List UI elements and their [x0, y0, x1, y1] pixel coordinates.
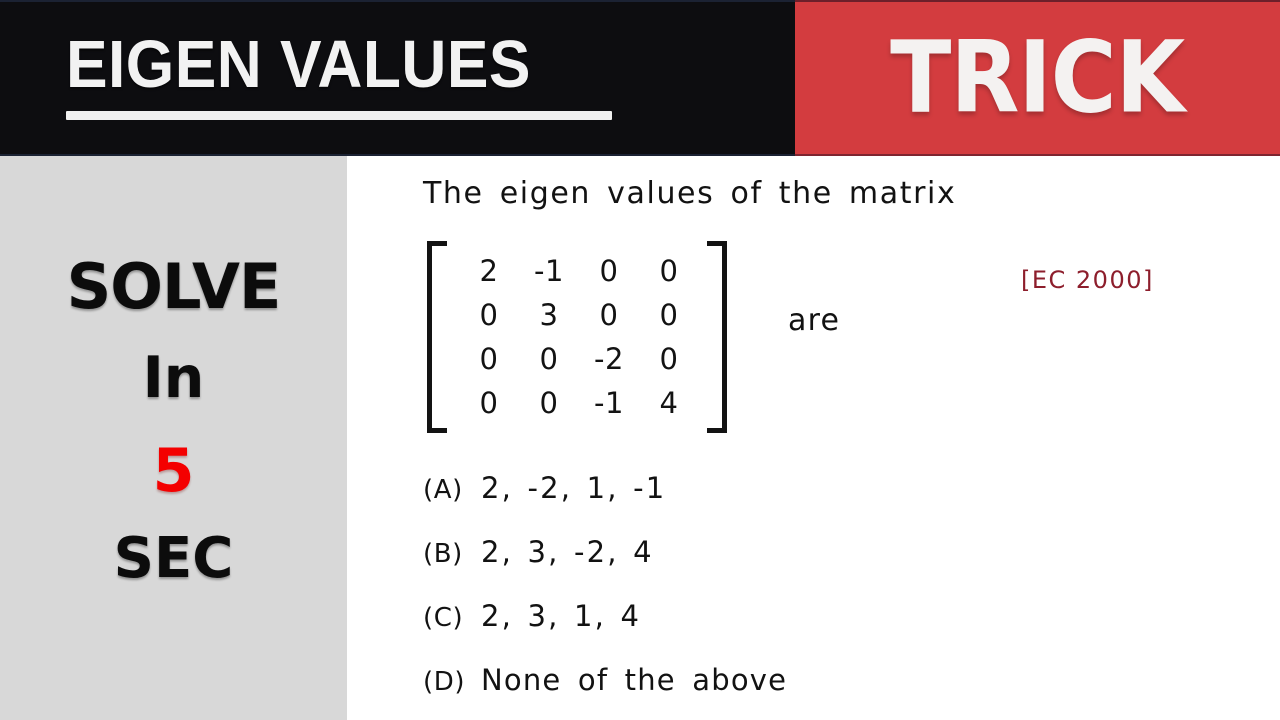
exam-source-tag: [EC 2000]	[1021, 266, 1154, 294]
matrix-cell: 2	[479, 254, 499, 288]
are-label: are	[788, 303, 841, 338]
matrix-cell: -2	[594, 342, 624, 376]
matrix-left-bracket	[427, 241, 449, 433]
option-b: (B) 2, 3, -2, 4	[423, 535, 654, 569]
option-d: (D) None of the above	[423, 663, 787, 697]
title-underline	[66, 111, 612, 120]
matrix-cell: 0	[539, 386, 559, 420]
option-c: (C) 2, 3, 1, 4	[423, 599, 641, 633]
matrix-cell: 0	[659, 298, 679, 332]
matrix-cell: -1	[594, 386, 624, 420]
option-c-key: (C)	[423, 603, 464, 633]
option-d-value: None of the above	[481, 663, 788, 697]
matrix: 2 -1 0 0 0 3 0 0 0 0 -2 0 0 0 -1 4	[427, 241, 727, 433]
matrix-cell: 0	[479, 298, 499, 332]
video-thumbnail-frame: EIGEN VALUES TRICK SOLVE In 5 SEC The ei…	[0, 0, 1280, 720]
matrix-cell: 0	[599, 298, 619, 332]
trick-badge: TRICK	[795, 0, 1280, 156]
header-title-group: EIGEN VALUES	[66, 26, 626, 120]
sidebar-line-solve: SOLVE	[66, 250, 282, 323]
option-b-value: 2, 3, -2, 4	[481, 535, 654, 569]
option-b-key: (B)	[423, 539, 463, 569]
sidebar-line-seconds-count: 5	[152, 436, 195, 506]
sidebar-line-sec: SEC	[113, 526, 234, 591]
matrix-cell: 0	[659, 254, 679, 288]
trick-badge-label: TRICK	[890, 19, 1185, 136]
page-title: EIGEN VALUES	[66, 27, 531, 102]
sidebar-line-in: In	[142, 345, 205, 411]
matrix-cell: 0	[479, 386, 499, 420]
matrix-cell: 0	[539, 342, 559, 376]
header-bar: EIGEN VALUES TRICK	[0, 0, 1280, 156]
matrix-cell: 4	[659, 386, 679, 420]
option-d-key: (D)	[423, 667, 466, 697]
option-a-key: (A)	[423, 475, 463, 505]
matrix-cell: 0	[659, 342, 679, 376]
matrix-grid: 2 -1 0 0 0 3 0 0 0 0 -2 0 0 0 -1 4	[449, 241, 705, 433]
whiteboard-content: The eigen values of the matrix 2 -1 0 0 …	[347, 156, 1280, 720]
option-a-value: 2, -2, 1, -1	[481, 471, 667, 505]
matrix-cell: -1	[534, 254, 564, 288]
matrix-cell: 0	[479, 342, 499, 376]
option-a: (A) 2, -2, 1, -1	[423, 471, 666, 505]
sidebar-callout: SOLVE In 5 SEC	[0, 156, 347, 720]
question-statement: The eigen values of the matrix	[423, 176, 957, 211]
matrix-cell: 0	[599, 254, 619, 288]
matrix-right-bracket	[705, 241, 727, 433]
matrix-cell: 3	[539, 298, 559, 332]
option-c-value: 2, 3, 1, 4	[481, 599, 642, 633]
